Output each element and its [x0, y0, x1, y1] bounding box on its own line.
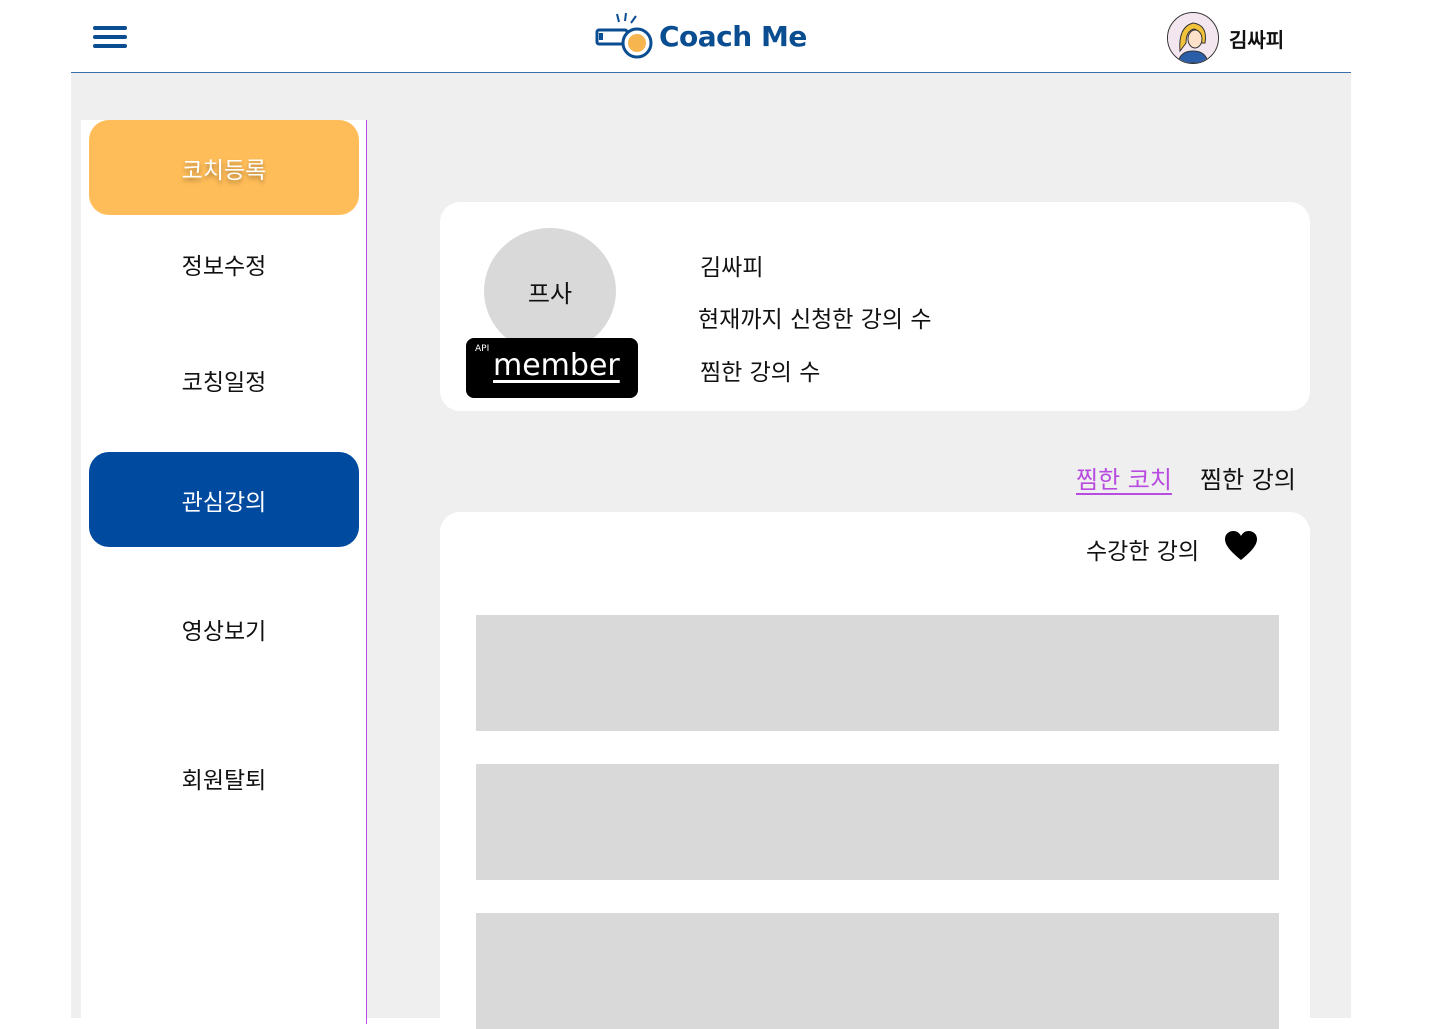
tab-liked-coaches[interactable]: 찜한 코치 [1076, 460, 1172, 495]
sidebar-item-edit-info[interactable]: 정보수정 [89, 216, 359, 311]
avatar-illustration-icon [1168, 13, 1218, 63]
sidebar-item-label: 코칭일정 [181, 369, 267, 396]
applied-lectures-count-label: 현재까지 신청한 강의 수 [698, 307, 932, 333]
list-heading: 수강한 강의 [1086, 539, 1200, 565]
profile-name: 김싸피 [700, 255, 764, 281]
api-member-badge[interactable]: API member [466, 338, 638, 398]
sidebar-item-label: 영상보기 [181, 618, 267, 645]
heart-icon[interactable] [1224, 530, 1258, 562]
sidebar-item-label: 회원탈퇴 [181, 767, 267, 794]
liked-lectures-count-label: 찜한 강의 수 [700, 360, 821, 386]
user-name: 김싸피 [1229, 27, 1285, 52]
sidebar-item-coaching-schedule[interactable]: 코칭일정 [89, 332, 359, 427]
sidebar-item-watch-video[interactable]: 영상보기 [89, 581, 359, 676]
sidebar-item-label: 관심강의 [181, 489, 267, 516]
lecture-item-placeholder[interactable] [476, 764, 1279, 880]
profile-photo: 프사 [484, 228, 616, 354]
hamburger-menu-icon[interactable] [93, 26, 127, 48]
profile-photo-label: 프사 [527, 279, 573, 308]
sidebar-item-interested-lectures[interactable]: 관심강의 [89, 452, 359, 547]
profile-card: 프사 API member 김싸피 현재까지 신청한 강의 수 찜한 강의 수 [440, 202, 1310, 411]
lecture-list-card: 수강한 강의 [440, 512, 1310, 1029]
sidebar-item-coach-register[interactable]: 코치등록 [89, 120, 359, 215]
whistle-icon [595, 12, 653, 59]
tab-liked-lectures[interactable]: 찜한 강의 [1200, 460, 1296, 495]
user-profile[interactable]: 김싸피 [1167, 12, 1284, 64]
lecture-item-placeholder[interactable] [476, 913, 1279, 1029]
avatar[interactable] [1167, 12, 1219, 64]
sidebar-item-label: 정보수정 [181, 253, 267, 280]
logo[interactable]: Coach Me [595, 8, 807, 64]
top-header: Coach Me 김싸피 [71, 0, 1351, 73]
sidebar-item-label: 코치등록 [181, 157, 267, 184]
api-badge-label: member [493, 348, 620, 383]
api-badge-small-label: API [475, 344, 490, 354]
sidebar: 코치등록 정보수정 코칭일정 관심강의 영상보기 회원탈퇴 [81, 120, 367, 1024]
sidebar-item-withdraw[interactable]: 회원탈퇴 [89, 730, 359, 825]
lecture-item-placeholder[interactable] [476, 615, 1279, 731]
logo-text: Coach Me [659, 19, 807, 53]
